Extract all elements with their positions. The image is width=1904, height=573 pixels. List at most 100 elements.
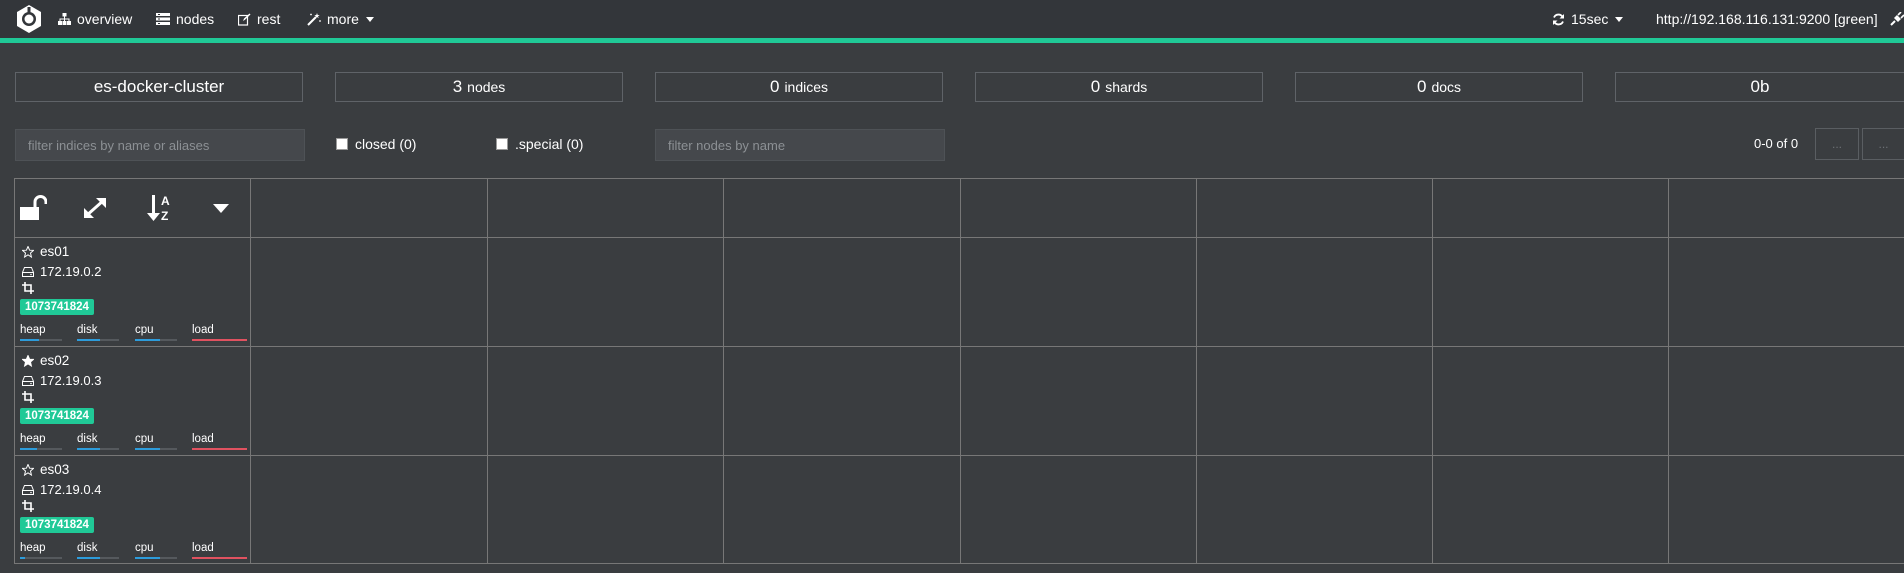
- nodes-count-label: nodes: [467, 79, 506, 95]
- indices-count-box: 0 indices: [655, 72, 943, 102]
- load-meter: load: [192, 542, 247, 559]
- disk-fill: [77, 557, 101, 559]
- hdd-icon: [22, 375, 34, 386]
- nav-rest-label: rest: [257, 11, 281, 27]
- disk-label: disk: [77, 542, 98, 554]
- node-id-badge: 1073741824: [20, 408, 94, 424]
- heap-fill: [20, 448, 37, 450]
- disk-label: disk: [77, 324, 98, 336]
- load-track: [192, 557, 247, 559]
- node-ip-row: 172.19.0.3: [22, 373, 101, 388]
- star-outline-icon: [22, 245, 34, 258]
- heap-track: [20, 448, 62, 450]
- disk-meter: disk: [77, 324, 119, 341]
- heap-track: [20, 557, 62, 559]
- node-ip: 172.19.0.3: [40, 373, 102, 388]
- closed-checkbox[interactable]: [336, 138, 348, 150]
- nodes-count: 3: [452, 77, 463, 96]
- heap-fill: [20, 339, 39, 341]
- caret-down-icon[interactable]: [213, 204, 229, 213]
- docs-count-label: docs: [1431, 79, 1462, 95]
- nav-more[interactable]: more: [307, 0, 374, 38]
- grid-row-divider: [14, 237, 1904, 238]
- pagination-info: 0-0 of 0: [1754, 136, 1799, 151]
- shards-count: 0: [1090, 77, 1101, 96]
- load-fill: [192, 339, 247, 341]
- cpu-meter: cpu: [135, 433, 177, 450]
- disk-meter: disk: [77, 542, 119, 559]
- total-size: 0b: [1750, 77, 1770, 96]
- docs-count-box: 0 docs: [1295, 72, 1583, 102]
- indices-count-label: indices: [784, 79, 829, 95]
- connection-url[interactable]: http://192.168.116.131:9200 [green]: [1656, 0, 1878, 38]
- load-fill: [192, 557, 247, 559]
- node-name-row[interactable]: es02: [22, 353, 69, 368]
- cluster-name: es-docker-cluster: [93, 77, 225, 96]
- sort-alpha-icon[interactable]: A Z: [147, 193, 175, 223]
- pagination-next-label: ...: [1878, 137, 1889, 151]
- refresh-interval-dropdown[interactable]: 15sec: [1552, 0, 1624, 38]
- heap-fill: [20, 557, 26, 559]
- hdd-icon: [22, 266, 34, 277]
- disk-track: [77, 339, 119, 341]
- node-ip: 172.19.0.2: [40, 264, 102, 279]
- load-track: [192, 448, 247, 450]
- filter-nodes-input[interactable]: [655, 129, 945, 161]
- star-filled-icon: [22, 354, 34, 367]
- node-name-row[interactable]: es03: [22, 462, 69, 477]
- cpu-label: cpu: [135, 433, 154, 445]
- node-card: es02 172.19.0.3 1073741824 heap disk cpu…: [14, 347, 250, 455]
- node-name-row[interactable]: es01: [22, 244, 69, 259]
- node-crop-row: [22, 282, 40, 294]
- closed-label: closed (0): [355, 136, 417, 152]
- sitemap-icon: [58, 13, 71, 25]
- special-checkbox[interactable]: [496, 138, 508, 150]
- special-indices-toggle[interactable]: .special (0): [496, 136, 583, 152]
- nodes-count-box: 3 nodes: [335, 72, 623, 102]
- hdd-icon: [22, 484, 34, 495]
- special-label: .special (0): [515, 136, 584, 152]
- heap-label: heap: [20, 542, 46, 554]
- cerebro-logo-icon[interactable]: [14, 4, 44, 34]
- grid-column-divider: [1196, 178, 1197, 564]
- cpu-meter: cpu: [135, 324, 177, 341]
- closed-indices-toggle[interactable]: closed (0): [336, 136, 416, 152]
- load-track: [192, 339, 247, 341]
- load-label: load: [192, 433, 214, 445]
- grid-row-divider: [14, 346, 1904, 347]
- crop-icon: [22, 391, 34, 403]
- plug-icon: [1890, 12, 1904, 26]
- grid-column-divider: [723, 178, 724, 564]
- node-name: es01: [40, 244, 70, 259]
- node-card: es03 172.19.0.4 1073741824 heap disk cpu…: [14, 456, 250, 564]
- load-fill: [192, 448, 247, 450]
- cpu-fill: [135, 448, 161, 450]
- grid-column-divider: [1432, 178, 1433, 564]
- shards-count-box: 0 shards: [975, 72, 1263, 102]
- disconnect-button[interactable]: [1890, 0, 1904, 38]
- node-crop-row: [22, 391, 40, 403]
- cpu-track: [135, 557, 177, 559]
- expand-icon[interactable]: [82, 196, 108, 220]
- pagination-next-button[interactable]: ...: [1862, 128, 1904, 160]
- cpu-track: [135, 339, 177, 341]
- nav-nodes-label: nodes: [176, 11, 215, 27]
- magic-wand-icon: [307, 12, 321, 26]
- unlock-icon[interactable]: [19, 195, 47, 221]
- disk-track: [77, 448, 119, 450]
- pagination-prev-button[interactable]: ...: [1815, 128, 1859, 160]
- grid-column-divider: [1668, 178, 1669, 564]
- disk-fill: [77, 448, 101, 450]
- filter-indices-input[interactable]: [15, 129, 305, 161]
- svg-text:Z: Z: [161, 209, 168, 223]
- grid-column-divider: [250, 178, 251, 564]
- refresh-interval-label: 15sec: [1571, 11, 1609, 27]
- top-navbar: overview nodes rest more 15sec http://19…: [0, 0, 1904, 43]
- nav-rest[interactable]: rest: [238, 0, 280, 38]
- node-id-badge: 1073741824: [20, 517, 94, 533]
- load-label: load: [192, 542, 214, 554]
- nav-nodes[interactable]: nodes: [156, 0, 214, 38]
- size-box: 0b: [1615, 72, 1904, 102]
- heap-label: heap: [20, 324, 46, 336]
- nav-overview[interactable]: overview: [58, 0, 132, 38]
